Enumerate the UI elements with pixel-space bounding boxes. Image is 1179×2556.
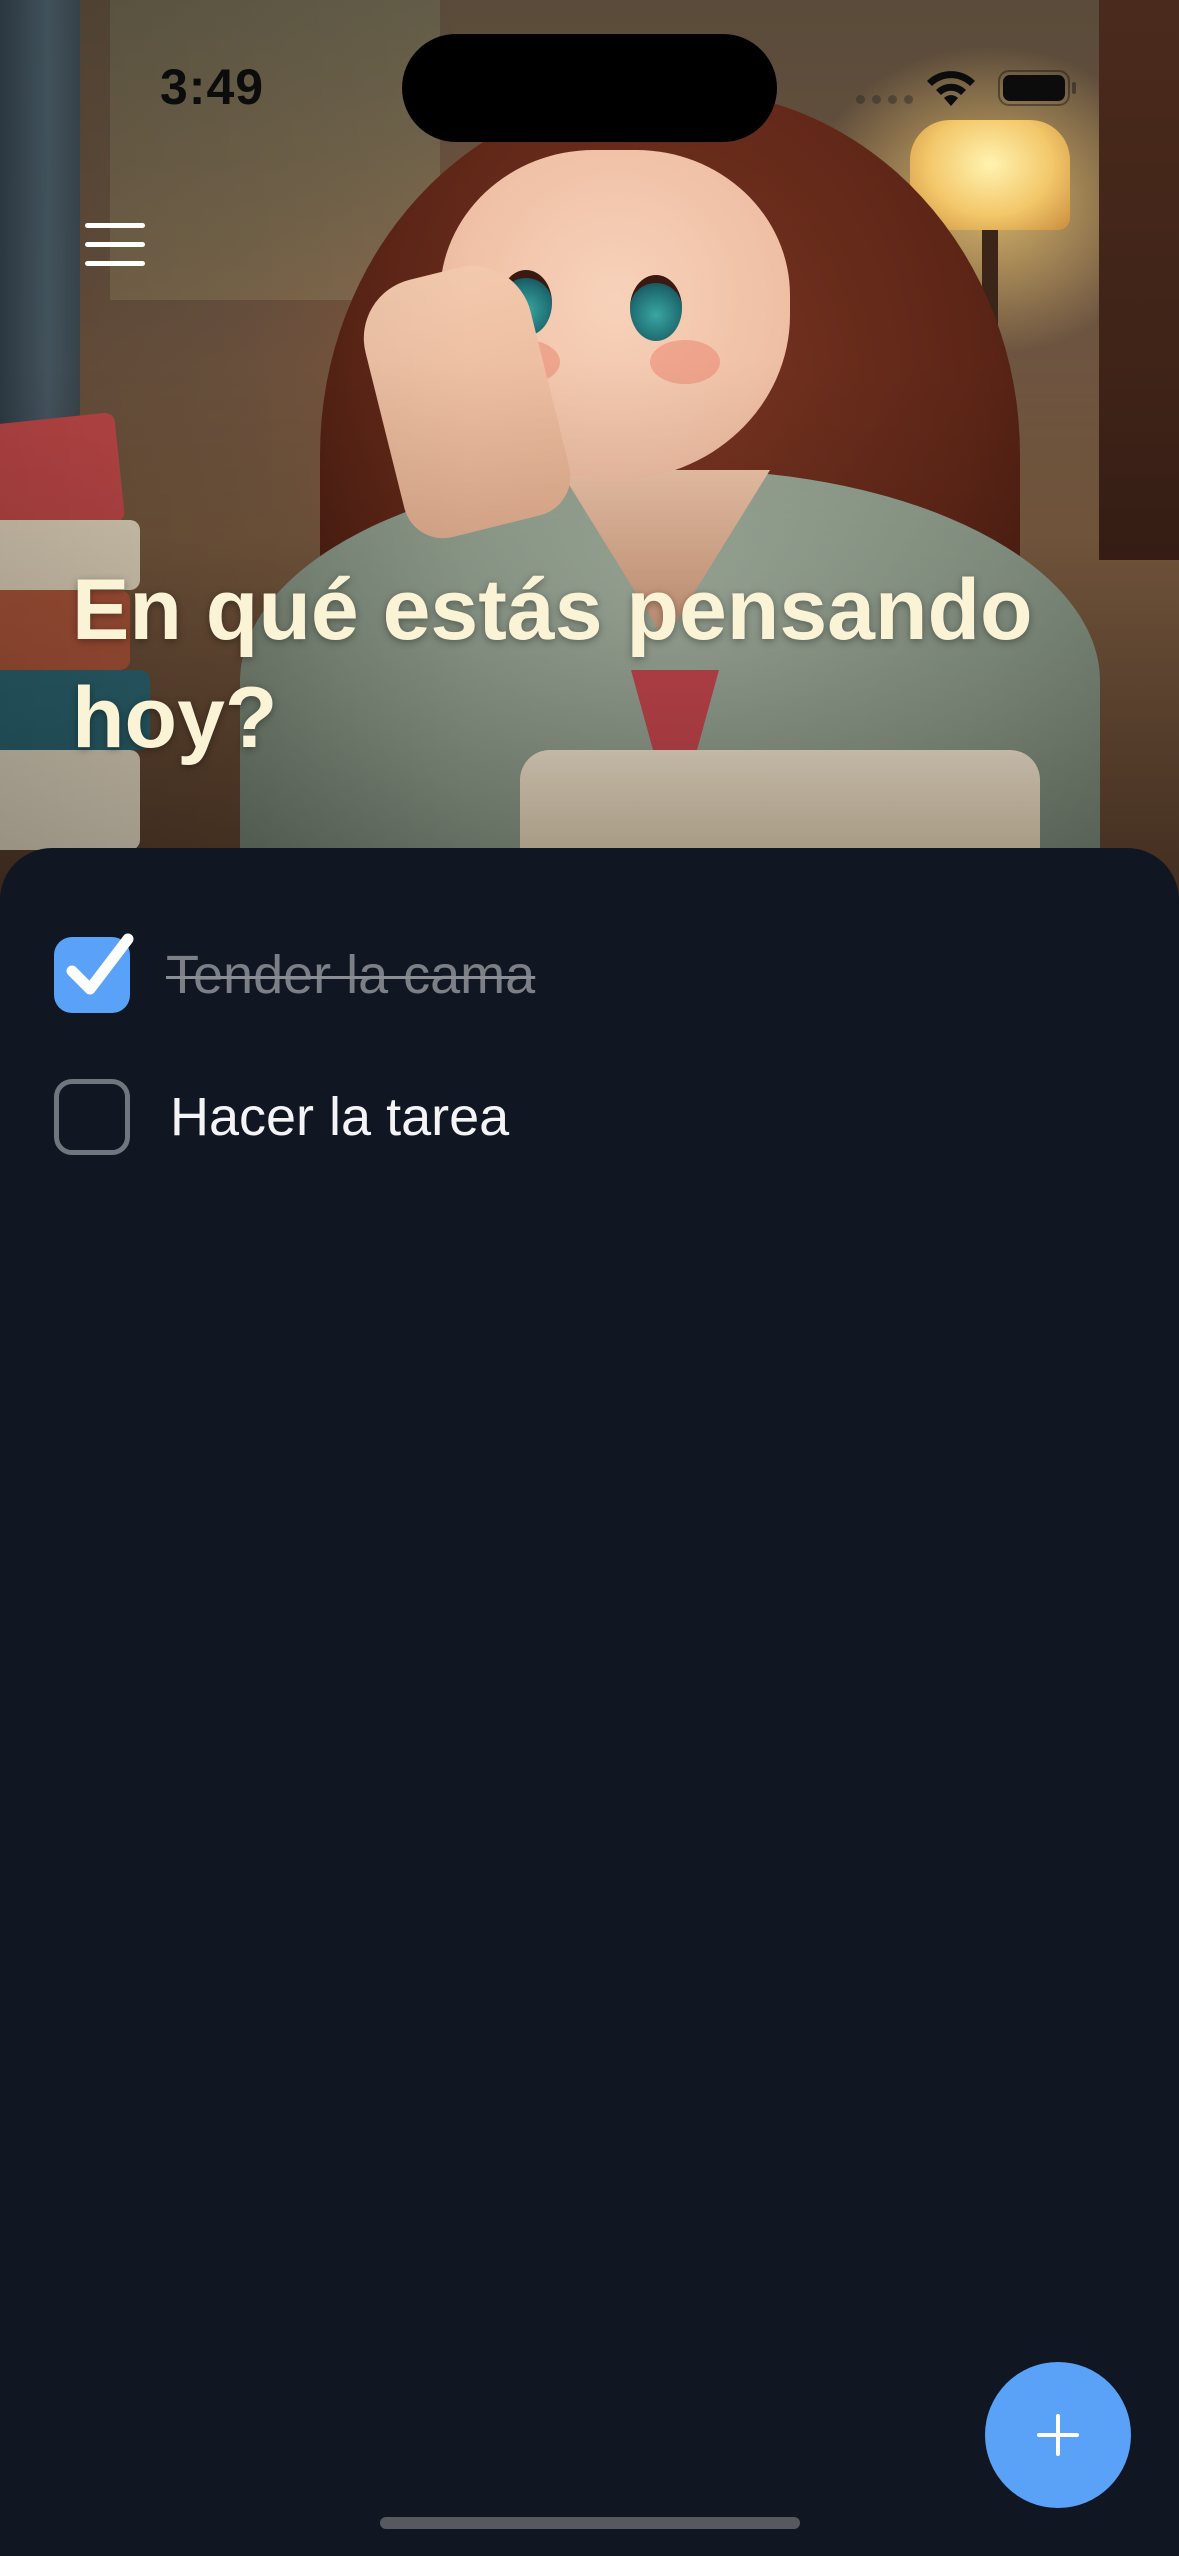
battery-icon [998, 70, 1076, 106]
task-item[interactable]: Hacer la tarea [54, 1072, 509, 1162]
wifi-icon [927, 71, 975, 106]
task-item[interactable]: Tender la cama [54, 930, 535, 1020]
home-indicator[interactable] [380, 2517, 800, 2529]
plus-icon [1037, 2414, 1079, 2456]
add-task-button[interactable] [985, 2362, 1131, 2508]
page-title: En qué estás pensando hoy? [72, 562, 1033, 766]
status-dots [856, 95, 913, 104]
dynamic-island [402, 34, 777, 142]
hamburger-menu-icon[interactable] [74, 208, 156, 280]
checkbox-checked-icon[interactable] [54, 933, 134, 1013]
task-label: Hacer la tarea [170, 1087, 510, 1147]
status-time: 3:49 [160, 59, 265, 115]
checkbox-unchecked-icon[interactable] [54, 1079, 130, 1155]
task-label: Tender la cama [166, 945, 536, 1005]
